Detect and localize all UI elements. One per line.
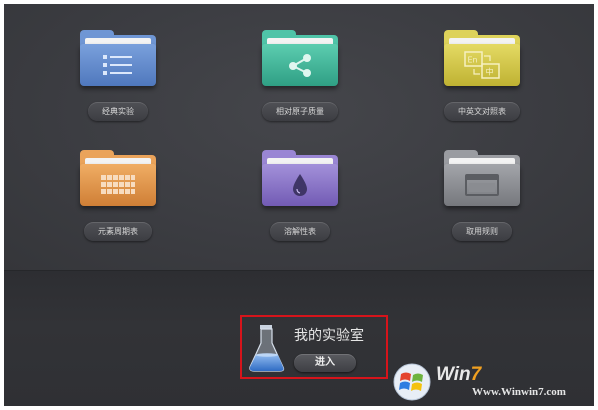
folder-label: 相对原子质量 (262, 102, 338, 121)
window-icon (465, 174, 499, 196)
folder-relative-atomic-mass[interactable]: 相对原子质量 (230, 30, 370, 140)
app-window: 经典实验 相对原子质量 En 中 中英文对照表 元素周期表 溶解性表 取用规则 … (4, 4, 594, 406)
folder-purple-icon (262, 150, 338, 206)
folder-label: 经典实验 (88, 102, 148, 121)
windows-logo-icon (393, 363, 431, 401)
folder-orange-icon (80, 150, 156, 206)
watermark-brand-prefix: Win (436, 364, 471, 385)
folder-label: 取用规则 (452, 222, 512, 241)
folder-yellow-icon: En 中 (444, 30, 520, 86)
flask-icon (249, 325, 285, 372)
folder-solubility-table[interactable]: 溶解性表 (230, 150, 370, 260)
enter-button[interactable]: 进入 (294, 354, 356, 372)
drop-icon (293, 174, 307, 196)
my-lab-section: 我的实验室 进入 (240, 315, 388, 379)
grid-icon (101, 175, 135, 194)
translate-icon: En 中 (464, 51, 500, 79)
folder-cn-en-table[interactable]: En 中 中英文对照表 (412, 30, 552, 140)
list-icon (103, 55, 132, 75)
watermark: Win7 Www.Winwin7.com (384, 354, 594, 406)
svg-text:En: En (468, 56, 478, 65)
share-icon (289, 54, 311, 77)
folder-label: 元素周期表 (84, 222, 152, 241)
watermark-brand: Win7 (436, 364, 481, 386)
folder-label: 中英文对照表 (444, 102, 520, 121)
folder-blue-icon (80, 30, 156, 86)
folder-label: 溶解性表 (270, 222, 330, 241)
my-lab-title: 我的实验室 (294, 328, 364, 344)
folder-periodic-table[interactable]: 元素周期表 (48, 150, 188, 260)
folder-usage-rules[interactable]: 取用规则 (412, 150, 552, 260)
svg-text:中: 中 (486, 67, 494, 77)
folder-classic-experiments[interactable]: 经典实验 (48, 30, 188, 140)
watermark-url: Www.Winwin7.com (472, 386, 566, 398)
folder-gray-icon (444, 150, 520, 206)
tools-panel: 经典实验 相对原子质量 En 中 中英文对照表 元素周期表 溶解性表 取用规则 (4, 4, 594, 270)
folder-teal-icon (262, 30, 338, 86)
watermark-brand-seven: 7 (470, 364, 482, 385)
